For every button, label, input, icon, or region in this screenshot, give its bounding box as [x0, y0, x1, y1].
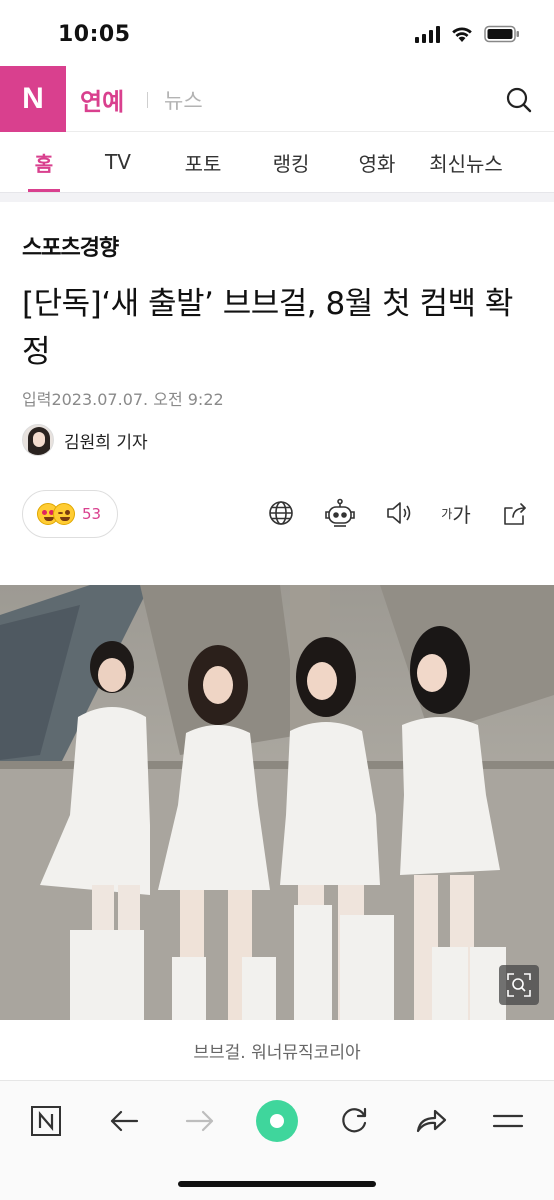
forward-arrow-icon[interactable] [178, 1099, 222, 1143]
section-title[interactable]: 연예 [80, 82, 124, 117]
reaction-button[interactable]: 53 [22, 490, 118, 538]
green-dot-icon[interactable] [255, 1099, 299, 1143]
article-photo[interactable] [0, 585, 554, 1020]
naver-home-icon[interactable] [24, 1099, 68, 1143]
category-tabs: 홈 TV 포토 랭킹 영화 최신뉴스 [0, 132, 554, 192]
article-headline: [단독]‘새 출발’ 브브걸, 8월 첫 컴백 확정 [22, 286, 513, 370]
tab-home[interactable]: 홈 [28, 132, 60, 192]
status-time: 10:05 [58, 22, 131, 47]
robot-icon[interactable] [324, 498, 356, 528]
article-date: 입력2023.07.07. 오전 9:22 [22, 390, 224, 409]
photo-caption: 브브걸. 워너뮤직코리아 [193, 1043, 361, 1063]
reporter-name[interactable]: 김원희 기자 [64, 428, 148, 453]
font-size-icon[interactable]: 가가 [438, 498, 474, 528]
section-gap [0, 192, 554, 202]
globe-icon[interactable] [266, 498, 296, 528]
back-arrow-icon[interactable] [102, 1099, 146, 1143]
subsection-link[interactable]: 뉴스 [164, 85, 203, 115]
byline[interactable]: 김원희 기자 [22, 424, 148, 456]
tab-ranking[interactable]: 랭킹 [270, 132, 312, 192]
refresh-icon[interactable] [332, 1099, 376, 1143]
speaker-icon[interactable] [384, 498, 414, 528]
photo-zoom-icon[interactable] [499, 965, 539, 1005]
status-icons [415, 25, 520, 43]
naver-logo-button[interactable]: N [0, 66, 66, 132]
battery-icon [484, 25, 520, 43]
status-bar: 10:05 [0, 0, 554, 66]
home-indicator[interactable] [178, 1181, 376, 1187]
share-icon[interactable] [500, 498, 530, 528]
reporter-avatar[interactable] [22, 424, 54, 456]
search-icon[interactable] [504, 85, 534, 115]
app-header: N 연예 뉴스 [0, 66, 554, 132]
tab-movie[interactable]: 영화 [356, 132, 398, 192]
menu-icon[interactable] [486, 1099, 530, 1143]
tab-latest-news[interactable]: 최신뉴스 [426, 132, 506, 192]
section-divider [147, 92, 148, 108]
wink-emoji-icon [53, 503, 75, 525]
cellular-signal-icon [415, 25, 440, 43]
publisher-logo[interactable]: 스포츠경향 [22, 230, 119, 262]
reaction-count: 53 [82, 505, 102, 523]
share-arrow-icon[interactable] [409, 1099, 453, 1143]
tab-tv[interactable]: TV [102, 132, 134, 192]
wifi-icon [450, 25, 474, 43]
tab-photo[interactable]: 포토 [182, 132, 224, 192]
